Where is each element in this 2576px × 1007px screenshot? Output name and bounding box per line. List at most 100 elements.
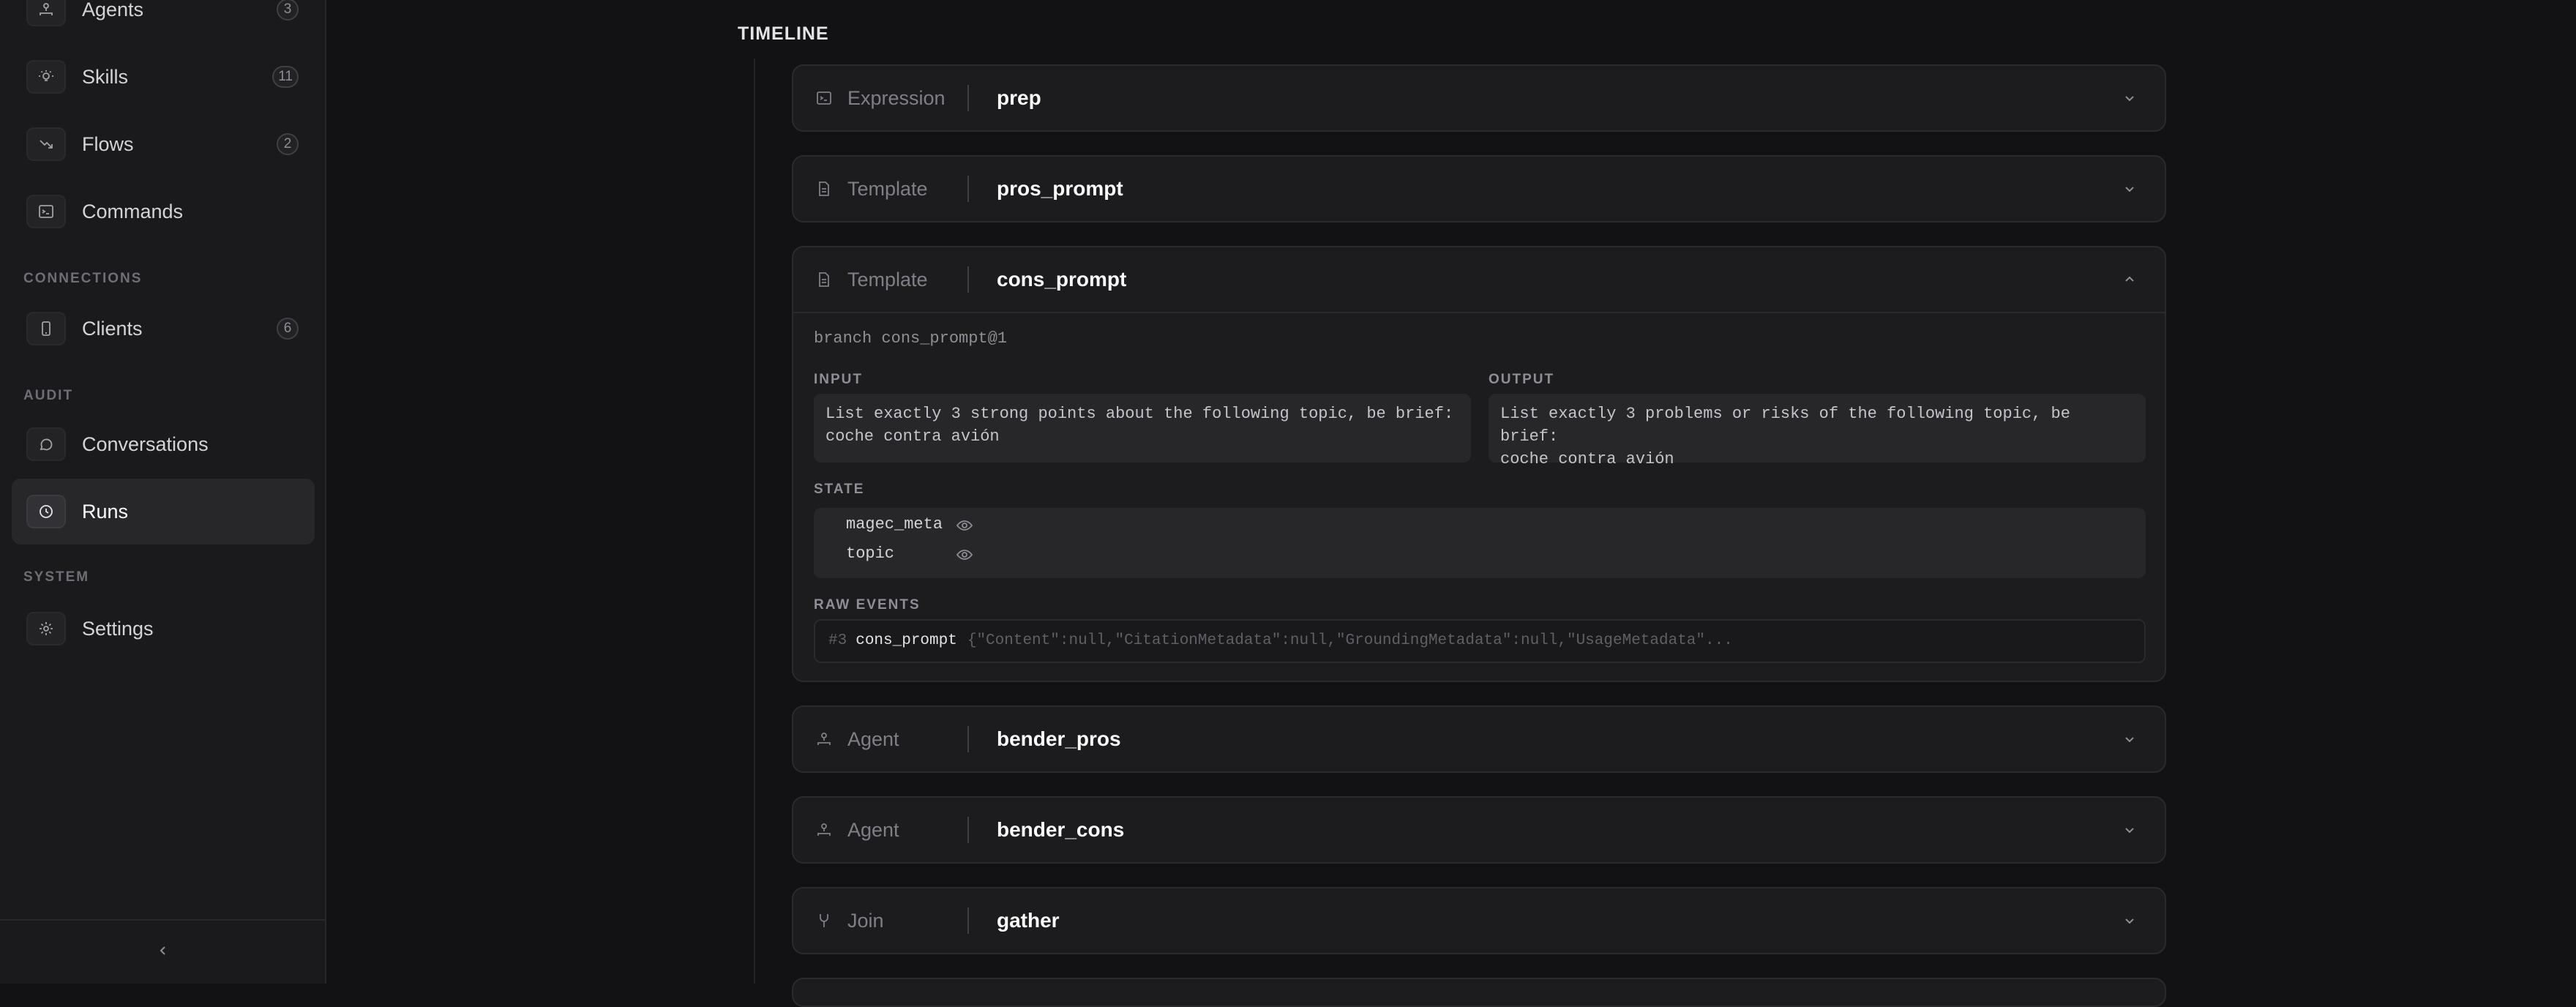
step-name: bender_pros	[997, 727, 1121, 750]
state-label: STATE	[814, 482, 865, 497]
raw-event-json: {"Content":null,"CitationMetadata":null,…	[967, 632, 1733, 649]
sidebar-item-label: Agents	[82, 0, 144, 20]
step-header[interactable]: Agent bender_pros	[793, 707, 2165, 771]
sidebar-item-settings[interactable]: Settings	[12, 596, 315, 662]
eye-icon[interactable]	[956, 517, 973, 534]
timeline-step-cons-prompt: Template cons_prompt branch cons_prompt@…	[792, 246, 2166, 682]
output-line: coche contra avión	[1500, 450, 1674, 468]
state-key: topic	[846, 544, 895, 563]
step-details: branch cons_prompt@1 INPUT List exactly …	[793, 312, 2165, 679]
flow-arrow-icon	[26, 127, 66, 161]
step-name: gather	[997, 909, 1060, 932]
step-name: cons_prompt	[997, 268, 1127, 291]
document-icon	[819, 181, 829, 196]
step-name: pros_prompt	[997, 177, 1123, 200]
divider	[967, 176, 969, 202]
count-badge: 3	[277, 0, 299, 20]
divider	[967, 907, 969, 934]
input-line: List exactly 3 strong points about the f…	[825, 405, 1454, 423]
step-type: Join	[847, 910, 884, 932]
sidebar-footer	[0, 919, 325, 984]
timeline-step-bender-cons: Agent bender_cons	[792, 796, 2166, 864]
input-box: List exactly 3 strong points about the f…	[814, 394, 1471, 463]
state-key: magec_meta	[846, 515, 943, 534]
collapse-sidebar-button[interactable]	[151, 938, 176, 963]
step-name: bender_cons	[997, 818, 1125, 841]
sidebar-item-label: Flows	[82, 133, 134, 155]
count-badge: 6	[277, 318, 299, 340]
raw-events-label: RAW EVENTS	[814, 597, 921, 613]
divider	[967, 817, 969, 843]
branch-label: branch cons_prompt@1	[814, 329, 1008, 348]
input-line: coche contra avión	[825, 427, 1000, 446]
step-type: Expression	[847, 87, 946, 109]
step-type: Agent	[847, 819, 899, 841]
timeline-line	[754, 59, 755, 984]
count-badge: 2	[277, 133, 299, 155]
step-name: prep	[997, 86, 1041, 109]
sidebar-item-label: Skills	[82, 66, 129, 88]
agents-icon	[817, 733, 831, 745]
sidebar-item-label: Commands	[82, 201, 184, 222]
clock-icon	[26, 495, 66, 528]
chevron-up-icon[interactable]	[2121, 271, 2138, 288]
state-box: magec_meta topic	[814, 508, 2146, 578]
agents-icon	[26, 0, 66, 26]
eye-icon[interactable]	[956, 546, 973, 564]
step-header[interactable]: Expression prep	[793, 66, 2165, 130]
chevron-down-icon[interactable]	[2121, 180, 2138, 198]
output-line: List exactly 3 problems or risks of the …	[1500, 405, 2070, 446]
count-badge: 11	[272, 66, 299, 88]
chevron-down-icon[interactable]	[2121, 89, 2138, 107]
output-label: OUTPUT	[1489, 372, 1555, 387]
raw-event-number: #3	[828, 632, 847, 649]
sidebar-item-commands[interactable]: Commands	[12, 179, 315, 244]
raw-event-name: cons_prompt	[855, 632, 957, 649]
sidebar: Agents 3 Skills 11 Flows 2 Commands CONN…	[0, 0, 326, 984]
divider	[967, 726, 969, 752]
output-box: List exactly 3 problems or risks of the …	[1489, 394, 2146, 468]
section-label-system: SYSTEM	[23, 569, 90, 585]
agents-icon	[817, 823, 831, 836]
step-header[interactable]: Template pros_prompt	[793, 157, 2165, 221]
device-icon	[26, 312, 66, 345]
step-type: Template	[847, 178, 928, 200]
sidebar-item-label: Conversations	[82, 433, 209, 455]
terminal-icon	[817, 91, 831, 105]
timeline-step-next	[792, 978, 2166, 1007]
document-icon	[819, 272, 829, 287]
chevron-down-icon[interactable]	[2121, 912, 2138, 929]
sidebar-item-runs[interactable]: Runs	[12, 479, 315, 544]
step-type: Template	[847, 269, 928, 291]
sidebar-item-flows[interactable]: Flows 2	[12, 111, 315, 177]
sidebar-item-conversations[interactable]: Conversations	[12, 411, 315, 477]
section-label-connections: CONNECTIONS	[23, 271, 143, 286]
sidebar-item-label: Clients	[82, 318, 143, 340]
sidebar-item-skills[interactable]: Skills 11	[12, 44, 315, 110]
raw-event-row[interactable]: #3 cons_prompt {"Content":null,"CitationMe…	[814, 619, 2146, 663]
step-type: Agent	[847, 728, 899, 750]
divider	[967, 85, 969, 111]
step-header[interactable]: Agent bender_cons	[793, 798, 2165, 862]
timeline-heading: TIMELINE	[738, 23, 829, 44]
sidebar-item-label: Settings	[82, 618, 154, 640]
chevron-left-icon	[160, 946, 165, 955]
divider	[967, 266, 969, 293]
timeline-step-gather: Join gather	[792, 887, 2166, 954]
chevron-down-icon[interactable]	[2121, 821, 2138, 839]
lightbulb-icon	[26, 60, 66, 94]
sidebar-item-clients[interactable]: Clients 6	[12, 296, 315, 362]
step-header[interactable]: Join gather	[793, 888, 2165, 953]
section-label-audit: AUDIT	[23, 388, 74, 403]
chat-icon	[26, 427, 66, 461]
step-header[interactable]: Template cons_prompt	[793, 247, 2165, 312]
sidebar-item-label: Runs	[82, 501, 129, 523]
timeline-step-pros-prompt: Template pros_prompt	[792, 155, 2166, 222]
gear-icon	[26, 612, 66, 645]
input-label: INPUT	[814, 372, 863, 387]
sidebar-item-agents[interactable]: Agents 3	[12, 0, 315, 42]
fork-icon	[820, 914, 828, 927]
timeline-step-bender-pros: Agent bender_pros	[792, 705, 2166, 773]
chevron-down-icon[interactable]	[2121, 730, 2138, 748]
timeline-step-prep: Expression prep	[792, 64, 2166, 132]
